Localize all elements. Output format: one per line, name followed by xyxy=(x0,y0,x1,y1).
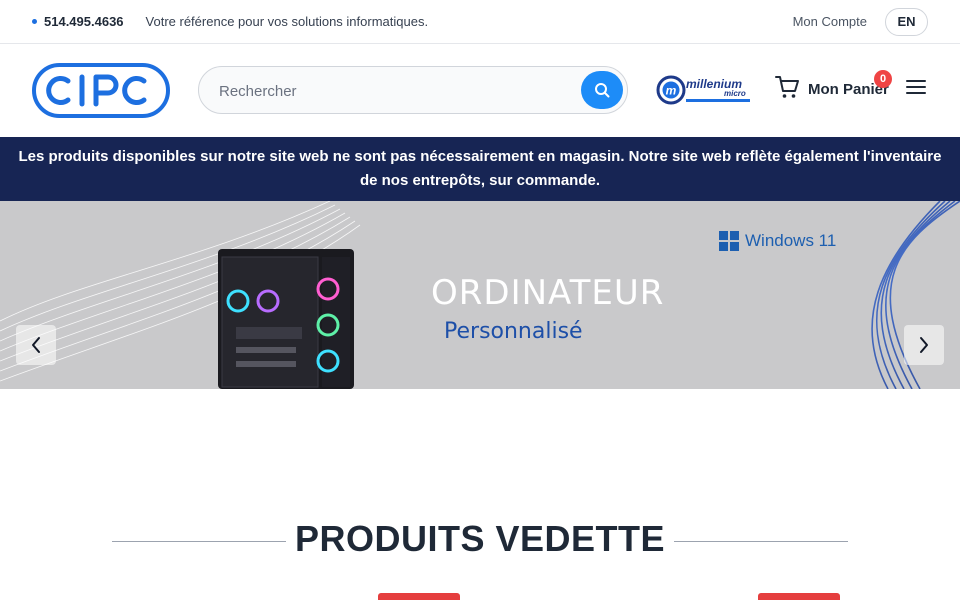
hamburger-menu-icon xyxy=(906,80,926,94)
slider-prev-button[interactable] xyxy=(16,325,56,365)
hero-subtitle: Personnalisé xyxy=(444,319,583,344)
phone-number[interactable]: 514.495.4636 xyxy=(44,14,124,29)
search-icon xyxy=(595,83,610,98)
svg-text:micro: micro xyxy=(724,89,746,98)
gaming-pc-image xyxy=(218,249,354,389)
partner-logo[interactable]: m millenium micro xyxy=(656,74,752,106)
language-toggle[interactable]: EN xyxy=(885,7,928,36)
tagline: Votre référence pour vos solutions infor… xyxy=(145,14,429,29)
chevron-left-icon xyxy=(32,337,40,353)
section-divider-right xyxy=(674,541,848,542)
windows-11-label: Windows 11 xyxy=(745,231,837,250)
search-input[interactable] xyxy=(219,80,569,102)
hero-title: ORDINATEUR xyxy=(431,273,665,313)
hero-slider: Windows 11 ORDINATEUR Personnalisé xyxy=(0,201,960,389)
site-header: m millenium micro Mon Panier 0 xyxy=(0,44,960,137)
shopping-cart-icon xyxy=(775,76,799,98)
product-badge xyxy=(378,593,460,600)
top-bar: 514.495.4636 Votre référence pour vos so… xyxy=(0,0,960,44)
cart-button[interactable]: Mon Panier 0 xyxy=(774,70,892,100)
svg-text:m: m xyxy=(666,84,677,98)
site-logo[interactable] xyxy=(32,63,170,118)
slider-next-button[interactable] xyxy=(904,325,944,365)
search-bar xyxy=(198,66,628,114)
hamburger-menu-button[interactable] xyxy=(906,78,926,96)
product-badge xyxy=(758,593,840,600)
windows-logo-icon xyxy=(719,231,739,251)
account-link[interactable]: Mon Compte xyxy=(793,14,867,29)
bullet-dot-icon xyxy=(32,19,37,24)
inventory-notice: Les produits disponibles sur notre site … xyxy=(0,137,960,201)
cart-count-badge: 0 xyxy=(874,70,892,88)
featured-products-title: PRODUITS VEDETTE xyxy=(294,518,666,559)
windows-11-badge: Windows 11 xyxy=(719,231,836,251)
search-button[interactable] xyxy=(581,71,623,109)
chevron-right-icon xyxy=(920,337,928,353)
